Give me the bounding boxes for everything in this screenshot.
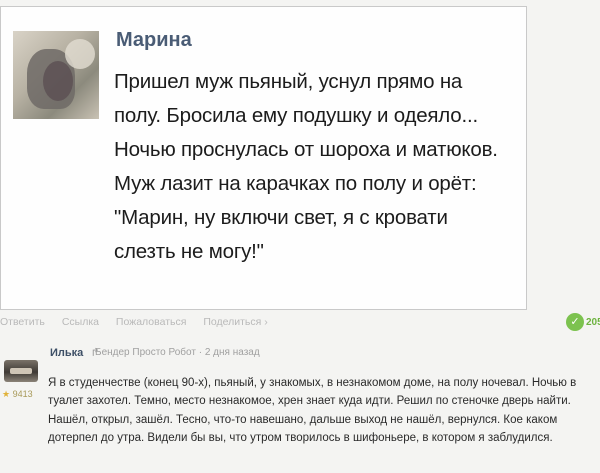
- comment-text: Я в студенчестве (конец 90-х), пьяный, у…: [48, 377, 577, 444]
- score-value: 9413: [12, 389, 33, 399]
- comment-meta: Бендер Просто Робот · 2 дня назад: [95, 347, 260, 358]
- like-count: 205: [586, 317, 600, 328]
- post-card: Марина Пришел муж пьяный, уснул прямо на…: [0, 6, 527, 310]
- post-author-name[interactable]: Марина: [116, 29, 192, 52]
- comment-author-score: ★ 9413: [2, 389, 33, 400]
- share-link[interactable]: Поделиться ›: [203, 316, 267, 328]
- comment-avatar[interactable]: [4, 360, 38, 382]
- permalink-link[interactable]: Ссылка: [62, 316, 99, 328]
- reply-link[interactable]: Ответить: [0, 316, 45, 328]
- author-avatar[interactable]: [13, 31, 99, 119]
- like-icon[interactable]: ✓: [566, 313, 584, 331]
- post-actions-bar: Ответить Ссылка Пожаловаться Поделиться …: [0, 316, 282, 328]
- star-icon: ★: [2, 389, 11, 399]
- post-text: Пришел муж пьяный, уснул прямо на полу. …: [114, 70, 498, 263]
- complain-link[interactable]: Пожаловаться: [116, 316, 187, 328]
- comment-author-name[interactable]: Илька ↱: [50, 346, 100, 359]
